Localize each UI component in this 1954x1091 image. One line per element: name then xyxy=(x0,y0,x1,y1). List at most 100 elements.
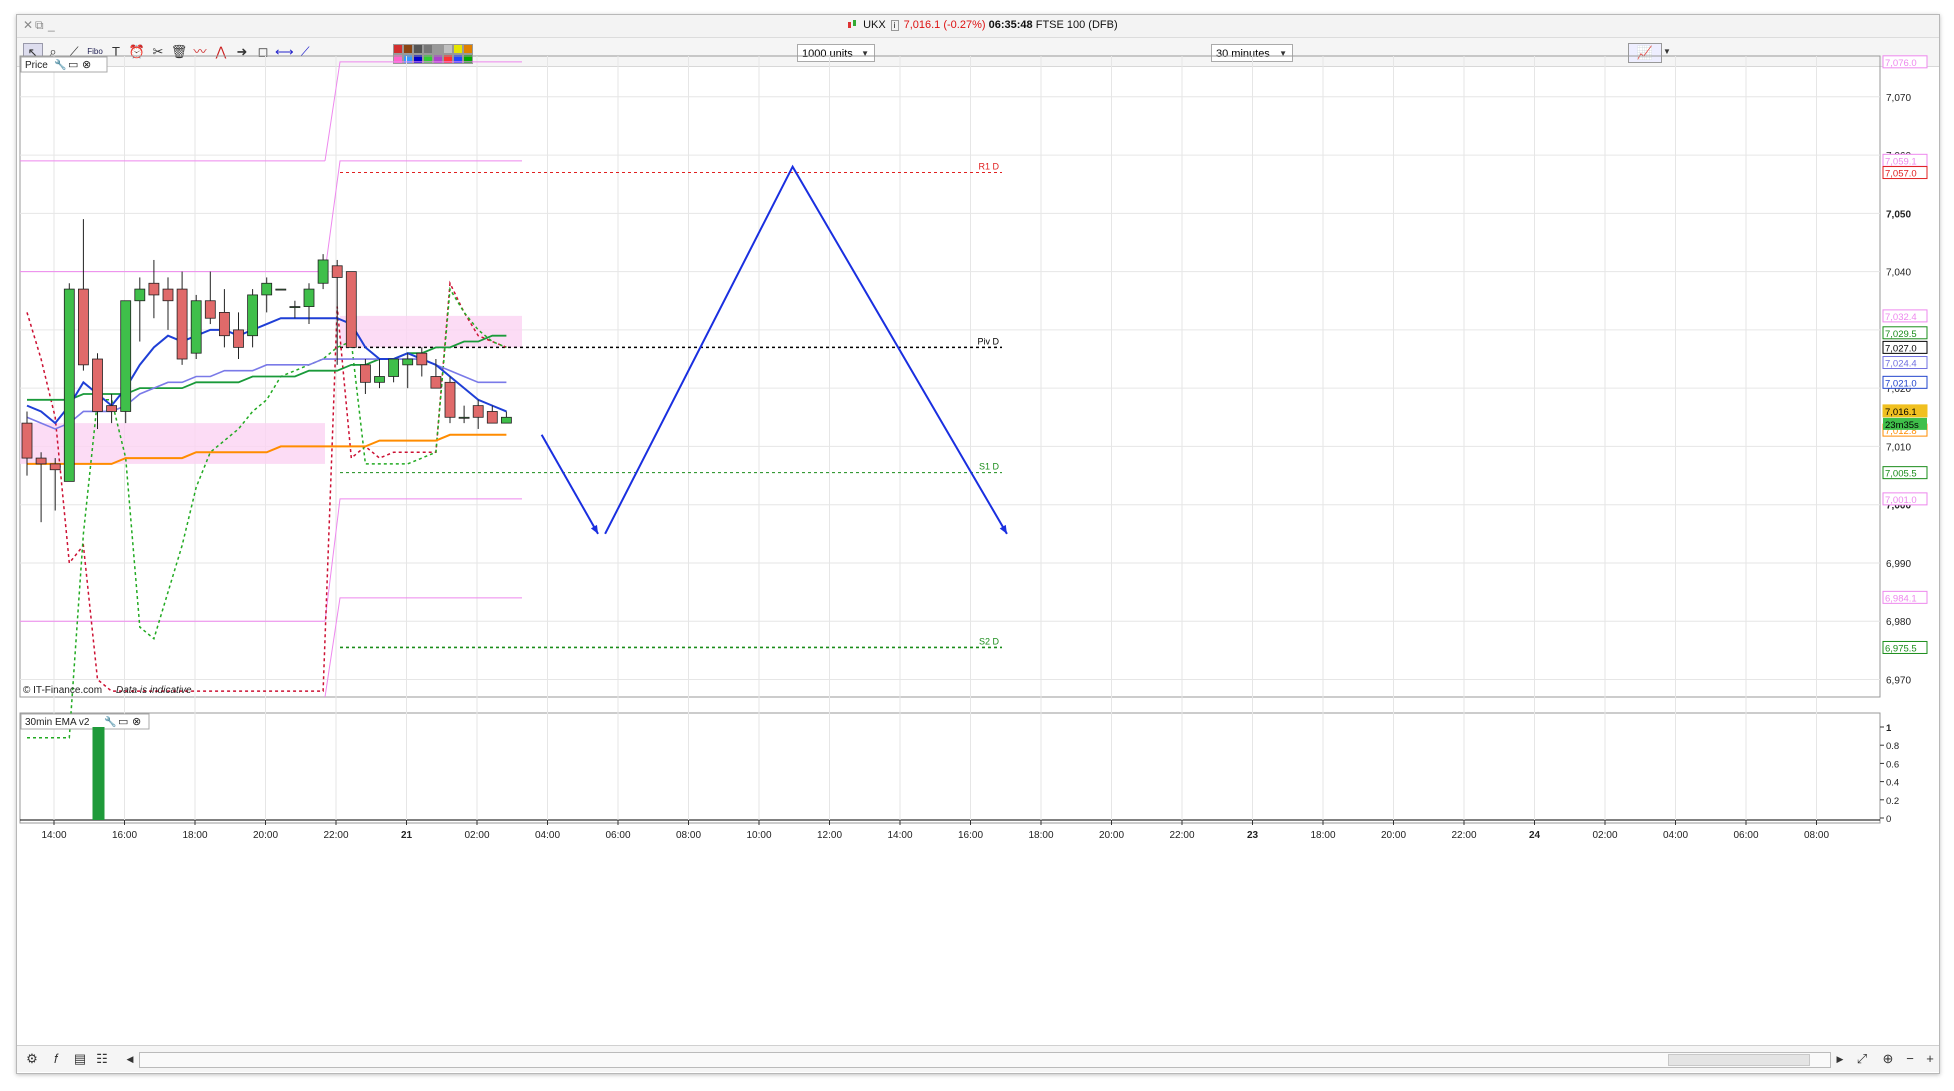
x-tick-label: 02:00 xyxy=(464,830,489,841)
x-tick-label: 10:00 xyxy=(746,830,771,841)
x-tick-label: 06:00 xyxy=(605,830,630,841)
candle-body[interactable] xyxy=(233,329,244,348)
candle-body[interactable] xyxy=(500,416,512,424)
layout-icon[interactable]: ☷ xyxy=(93,1050,111,1068)
x-tick-label: 14:00 xyxy=(41,830,66,841)
indicator-tick-label: 0.2 xyxy=(1886,796,1899,807)
horizontal-scrollbar[interactable] xyxy=(139,1052,1831,1068)
wrench-icon: 🔧 xyxy=(54,58,66,71)
candle-body[interactable] xyxy=(247,294,259,337)
zoom-out-icon[interactable]: − xyxy=(1901,1050,1919,1068)
scroll-right-icon[interactable]: ▶ xyxy=(1831,1050,1849,1068)
price-tag-label: 7,076.0 xyxy=(1885,58,1917,69)
pivot-level-label: R1 D xyxy=(978,162,999,172)
candle-body[interactable] xyxy=(148,282,160,296)
candle-body[interactable] xyxy=(416,352,428,366)
x-tick-label: 20:00 xyxy=(1381,830,1406,841)
x-tick-label: 08:00 xyxy=(676,830,701,841)
indicator-panel-frame xyxy=(19,712,1881,824)
zoom-in-icon[interactable]: + xyxy=(1921,1050,1939,1068)
wrench-icon: 🔧 xyxy=(104,715,116,728)
candle-body[interactable] xyxy=(331,265,343,278)
x-tick-label: 18:00 xyxy=(1028,830,1053,841)
indicator-tick-label: 0.6 xyxy=(1886,759,1899,770)
candle-body[interactable] xyxy=(106,405,117,412)
x-tick-label: 18:00 xyxy=(1310,830,1335,841)
candle-body[interactable] xyxy=(21,422,33,459)
candle-body[interactable] xyxy=(303,288,315,307)
scrollbar-thumb[interactable] xyxy=(1668,1054,1810,1066)
pivot-step-r3 xyxy=(324,61,522,161)
x-tick-label: 16:00 xyxy=(112,830,137,841)
candle-body[interactable] xyxy=(402,358,414,366)
x-tick-label: 06:00 xyxy=(1733,830,1758,841)
chart-window: ✕ ⧉ _ UKX i 7,016.1 (-0.27%) 06:35:48 FT… xyxy=(16,14,1940,1074)
indicator-bar xyxy=(92,727,105,820)
y-tick-label: 7,070 xyxy=(1886,93,1911,104)
candle-body[interactable] xyxy=(359,364,371,383)
indicator-tick-label: 1 xyxy=(1886,723,1892,734)
candle-body[interactable] xyxy=(430,376,442,389)
price-tag-label: 6,975.5 xyxy=(1885,643,1917,654)
candle-body[interactable] xyxy=(120,300,132,412)
projection-arrow-zigzag[interactable] xyxy=(604,164,1008,535)
x-tick-label: 12:00 xyxy=(817,830,842,841)
price-tag-label: 6,984.1 xyxy=(1885,593,1917,604)
candle-body[interactable] xyxy=(78,288,89,366)
disclaimer-label: Data is indicative xyxy=(116,685,192,696)
fit-icon[interactable]: ⤢ xyxy=(1853,1050,1871,1068)
x-tick-label: 04:00 xyxy=(535,830,560,841)
candle-body[interactable] xyxy=(162,288,174,302)
template-icon[interactable]: ▤ xyxy=(71,1050,89,1068)
price-panel-title: Price xyxy=(25,60,48,71)
candle-body[interactable] xyxy=(176,288,188,360)
candle-body[interactable] xyxy=(275,288,287,291)
indicator-tick-label: 0.8 xyxy=(1886,741,1899,752)
scroll-left-icon[interactable]: ◀ xyxy=(121,1050,139,1068)
panel-maximize-icon: ▭ xyxy=(68,59,78,71)
x-tick-label: 24 xyxy=(1529,830,1541,841)
candle-body[interactable] xyxy=(92,358,103,412)
copyright-label: © IT-Finance.com xyxy=(23,685,102,696)
candle-body[interactable] xyxy=(204,300,216,319)
countdown-label: 23m35s xyxy=(1885,420,1919,431)
candle-body[interactable] xyxy=(289,306,301,308)
sar-green-line xyxy=(27,286,507,739)
autoscale-icon[interactable]: ⊕ xyxy=(1879,1050,1897,1068)
panel-close-icon: ⊗ xyxy=(82,59,91,71)
candle-body[interactable] xyxy=(388,358,400,377)
candle-body[interactable] xyxy=(63,288,75,482)
candle-body[interactable] xyxy=(458,416,470,419)
panel-maximize-icon: ▭ xyxy=(118,716,128,728)
projection-arrow-down[interactable] xyxy=(540,434,599,535)
price-tag-label: 7,059.1 xyxy=(1885,156,1917,167)
indicator-icon[interactable]: 𝑓 xyxy=(47,1050,65,1068)
candle-body[interactable] xyxy=(317,259,329,284)
candle-body[interactable] xyxy=(486,411,498,424)
x-tick-label: 22:00 xyxy=(1169,830,1194,841)
candle-body[interactable] xyxy=(444,381,456,418)
y-tick-label: 6,970 xyxy=(1886,676,1911,687)
pivot-step-r2 xyxy=(324,160,522,272)
candle-body[interactable] xyxy=(218,311,230,337)
price-tag-label: 7,032.4 xyxy=(1885,312,1917,323)
x-tick-label: 20:00 xyxy=(253,830,278,841)
price-tag-label: 7,057.0 xyxy=(1885,169,1917,180)
price-tag-label: 7,005.5 xyxy=(1885,469,1917,480)
candle-body[interactable] xyxy=(134,288,146,302)
chart-canvas[interactable]: 6,9706,9806,9907,0007,0107,0207,0307,040… xyxy=(17,15,1939,1045)
candle-body[interactable] xyxy=(49,463,61,471)
candle-body[interactable] xyxy=(190,300,202,354)
candle-body[interactable] xyxy=(472,405,484,418)
x-tick-label: 22:00 xyxy=(1451,830,1476,841)
candle-body[interactable] xyxy=(261,282,273,296)
indicator-panel-title: 30min EMA v2 xyxy=(25,717,90,728)
price-tag-label: 7,029.5 xyxy=(1885,329,1917,340)
candle-body[interactable] xyxy=(374,376,385,383)
chart-settings-icon[interactable]: ⚙ xyxy=(23,1050,41,1068)
x-tick-label: 16:00 xyxy=(958,830,983,841)
x-tick-label: 23 xyxy=(1247,830,1259,841)
candle-body[interactable] xyxy=(35,457,47,465)
y-tick-label: 7,010 xyxy=(1886,442,1911,453)
candle-body[interactable] xyxy=(345,271,357,348)
